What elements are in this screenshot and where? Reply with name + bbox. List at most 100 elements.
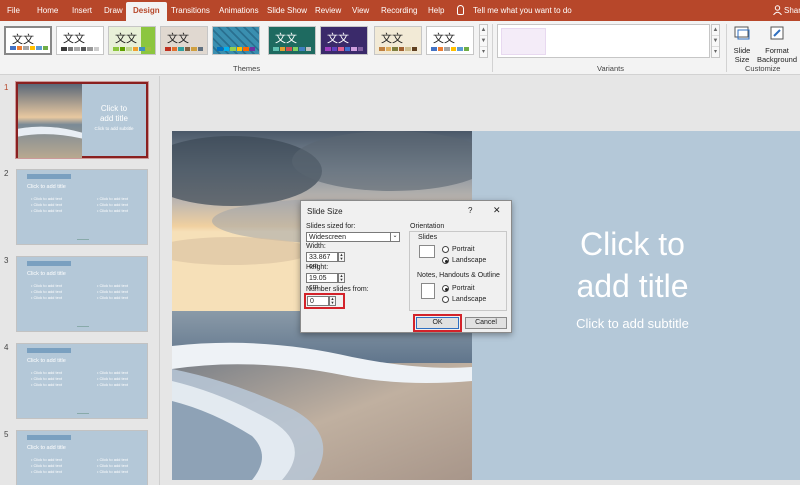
title-bar (27, 348, 71, 353)
theme-3[interactable]: 文文 (108, 26, 156, 55)
tell-me-search[interactable]: Tell me what you want to do (473, 0, 572, 21)
thumbnail-bullets-right: • Click to add text • Click to add text • … (97, 370, 128, 387)
slide-size-button[interactable]: Slide Size (730, 24, 754, 64)
thumbnail-photo (18, 84, 82, 158)
slide-number: 2 (4, 169, 9, 178)
person-icon (773, 5, 782, 15)
tab-transitions[interactable]: Transitions (171, 0, 210, 21)
ribbon-tab-bar: File Home Insert Draw Design Transitions… (0, 0, 800, 21)
slide-thumbnail-4[interactable]: Click to add title • Click to add text • … (16, 343, 148, 419)
tab-animations[interactable]: Animations (219, 0, 259, 21)
help-button[interactable]: ? (468, 206, 472, 215)
notes-landscape-radio[interactable] (442, 296, 449, 303)
thumbnail-title: Click to add title (27, 445, 66, 451)
slide-thumbnail-5[interactable]: Click to add title • Click to add text • … (16, 430, 148, 485)
scroll-down-icon[interactable]: ▼ (480, 36, 487, 47)
tab-recording[interactable]: Recording (381, 0, 417, 21)
slide-size-icon (734, 26, 750, 40)
tab-help[interactable]: Help (428, 0, 444, 21)
slide-thumbnail-1[interactable]: Click to add title Click to add subtitle (15, 81, 149, 159)
width-label: Width: (306, 243, 326, 250)
landscape-page-icon (419, 245, 435, 258)
slide-number: 4 (4, 343, 9, 352)
thumbnail-bullets-right: • Click to add text • Click to add text • … (97, 196, 128, 213)
thumbnail-footer (77, 239, 89, 240)
number-slides-from-label: Number slides from: (306, 286, 369, 293)
group-divider (492, 24, 493, 72)
portrait-page-icon (421, 283, 435, 299)
slide-thumbnail-2[interactable]: Click to add title • Click to add text • … (16, 169, 148, 245)
slide-number: 1 (4, 83, 9, 92)
height-input[interactable]: 19.05 cm (306, 273, 338, 291)
thumbnail-subtitle: Click to add subtitle (94, 126, 134, 131)
slide-thumbnail-3[interactable]: Click to add title • Click to add text • … (16, 256, 148, 332)
share-button[interactable]: Share (784, 0, 800, 21)
spin-down-icon[interactable]: ▼ (339, 278, 344, 282)
tab-insert[interactable]: Insert (72, 0, 92, 21)
thumbnail-title: Click to add title (27, 184, 66, 190)
slides-portrait-label: Portrait (452, 246, 475, 253)
spin-down-icon[interactable]: ▼ (339, 257, 344, 261)
notes-portrait-radio[interactable] (442, 285, 449, 292)
tab-slide-show[interactable]: Slide Show (267, 0, 307, 21)
theme-office[interactable]: 文文 (4, 26, 52, 55)
slides-landscape-radio[interactable] (442, 257, 449, 264)
theme-8[interactable]: 文文 (374, 26, 422, 55)
theme-6[interactable]: 文文 (268, 26, 316, 55)
height-spinner[interactable]: ▲ ▼ (338, 273, 345, 283)
format-background-button[interactable]: Format Background (757, 24, 797, 64)
variants-group-label: Variants (597, 64, 624, 73)
scroll-up-icon[interactable]: ▲ (712, 25, 719, 36)
thumbnail-bullets-right: • Click to add text • Click to add text • … (97, 283, 128, 300)
gallery-more-icon[interactable]: ▾ (712, 47, 719, 58)
orientation-label: Orientation (410, 223, 445, 230)
tab-view[interactable]: View (352, 0, 369, 21)
customize-group-label: Customize (745, 64, 781, 73)
variants-gallery-scroll[interactable]: ▲ ▼ ▾ (711, 24, 720, 58)
thumbnail-title: Click to add title (99, 104, 129, 123)
thumbnail-bullets-right: • Click to add text • Click to add text • … (97, 457, 128, 474)
slide-size-dialog: Slide Size ? ✕ Slides sized for: Widescr… (300, 200, 512, 333)
slide-number: 5 (4, 430, 9, 439)
theme-2[interactable]: 文文 (56, 26, 104, 55)
close-button[interactable]: ✕ (493, 205, 501, 216)
tab-review[interactable]: Review (315, 0, 341, 21)
height-label: Height: (306, 264, 329, 271)
theme-9[interactable]: 文文 (426, 26, 474, 55)
tab-home[interactable]: Home (37, 0, 58, 21)
scroll-up-icon[interactable]: ▲ (480, 25, 487, 36)
tab-design[interactable]: Design (126, 2, 167, 21)
gallery-more-icon[interactable]: ▾ (480, 47, 487, 58)
scroll-down-icon[interactable]: ▼ (712, 36, 719, 47)
theme-4[interactable]: 文文 (160, 26, 208, 55)
variants-gallery[interactable] (497, 24, 710, 58)
cancel-button[interactable]: Cancel (465, 317, 507, 329)
thumbnail-bullets-left: • Click to add text • Click to add text • … (31, 283, 62, 300)
tab-draw[interactable]: Draw (104, 0, 123, 21)
width-input[interactable]: 33.867 cm (306, 252, 338, 270)
slide-subtitle-placeholder[interactable]: Click to add subtitle (530, 316, 735, 331)
thumbnail-title: Click to add title (27, 358, 66, 364)
slide-title-placeholder[interactable]: Click to add title (530, 223, 735, 307)
themes-gallery-scroll[interactable]: ▲ ▼ ▾ (479, 24, 488, 58)
slide-thumbnails-panel[interactable]: 1 Click to add title Click to add subtit… (0, 76, 160, 485)
thumbnail-bullets-left: • Click to add text • Click to add text • … (31, 457, 62, 474)
notes-orientation-label: Notes, Handouts & Outline (417, 272, 500, 279)
sized-for-dropdown[interactable]: Widescreen ⌄ (306, 232, 400, 242)
variant-thumbnail[interactable] (501, 28, 546, 55)
theme-7[interactable]: 文文 (320, 26, 368, 55)
title-bar (27, 261, 71, 266)
tab-file[interactable]: File (7, 0, 20, 21)
themes-group-label: Themes (233, 64, 261, 73)
theme-5[interactable] (212, 26, 260, 55)
notes-portrait-label: Portrait (452, 285, 475, 292)
width-spinner[interactable]: ▲ ▼ (338, 252, 345, 262)
lightbulb-icon (457, 5, 464, 15)
thumbnail-footer (77, 413, 89, 414)
ribbon-body: 文文 文文 文文 文文 文文 文文 文文 文文 ▲ ▼ ▾ Themes ▲ ▼… (0, 21, 800, 75)
chevron-down-icon[interactable]: ⌄ (390, 232, 399, 242)
slides-landscape-label: Landscape (452, 257, 487, 264)
slides-portrait-radio[interactable] (442, 246, 449, 253)
group-divider (726, 24, 727, 72)
thumbnail-bullets-left: • Click to add text • Click to add text • … (31, 196, 62, 213)
